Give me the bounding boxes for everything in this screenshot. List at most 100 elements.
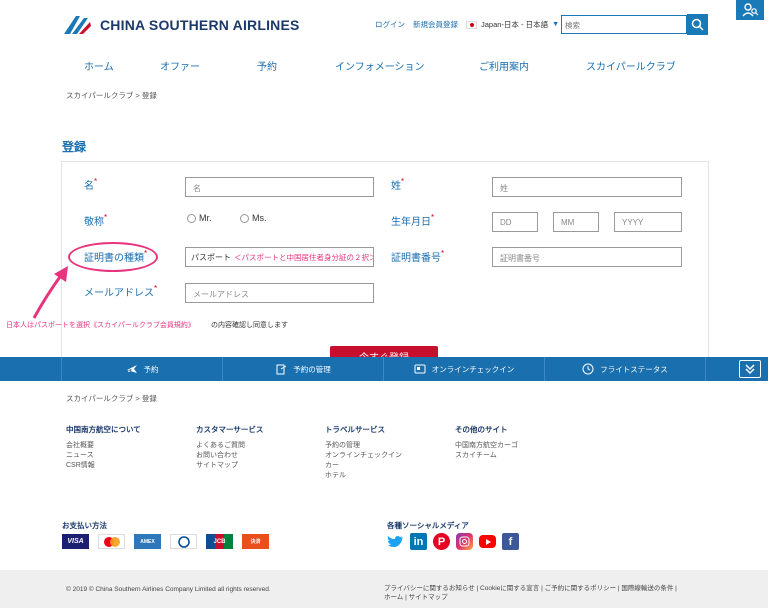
facebook-icon[interactable]: f: [502, 533, 519, 550]
visa-icon: VISA: [62, 534, 89, 549]
footer-link[interactable]: お問い合わせ: [196, 451, 316, 461]
footer-link[interactable]: ニュース: [66, 451, 186, 461]
placeholder: MM: [561, 218, 575, 227]
kapok-logo-icon: [64, 16, 91, 34]
bar-item-label: 予約: [143, 364, 159, 374]
amex-icon: AMEX: [134, 534, 161, 549]
placeholder: 証明書番号: [500, 254, 540, 263]
annotation-inline-note: ＜パスポートと中国居住者身分証の２択＞: [234, 252, 374, 262]
language-selector[interactable]: Japan-日本 - 日本語 ▼: [466, 19, 559, 30]
annotation-text: 日本人はパスポートを選択: [6, 322, 90, 329]
id-number-field[interactable]: 証明書番号: [492, 247, 682, 267]
bar-item-label: 予約の管理: [293, 364, 331, 374]
copyright: © 2019 © China Southern Airlines Company…: [66, 586, 271, 593]
search-input[interactable]: 検索: [561, 15, 687, 34]
register-link[interactable]: 新規会員登録: [413, 19, 458, 30]
footer-column-title: 中国南方航空について: [66, 425, 141, 434]
footer-links: よくあるご質問 お問い合わせ サイトマップ: [196, 441, 316, 471]
login-link[interactable]: ログイン: [375, 19, 405, 30]
instagram-icon[interactable]: [456, 533, 473, 550]
bar-item-label: オンラインチェックイン: [431, 364, 515, 374]
bar-spacer: [0, 357, 62, 381]
member-search-button[interactable]: [736, 0, 764, 20]
selected-value: パスポート: [191, 252, 231, 262]
footer-link[interactable]: ホテル: [325, 471, 445, 481]
expand-bar-button[interactable]: [739, 360, 761, 378]
top-links: ログイン 新規会員登録 Japan-日本 - 日本語 ▼: [375, 19, 559, 30]
chevron-down-icon: ⌄: [163, 59, 169, 66]
radio-label: Ms.: [252, 213, 267, 223]
footer-link[interactable]: CSR情報: [66, 461, 186, 471]
caret-down-icon: ▼: [552, 21, 560, 28]
birthday-label: 生年月日*: [391, 213, 434, 228]
footer-column-travel-services: トラベルサービス 予約の管理 オンラインチェックイン カー ホテル: [325, 424, 445, 481]
twitter-icon[interactable]: [387, 533, 404, 550]
footer-link[interactable]: 予約の管理: [325, 441, 445, 451]
title-label: 敬称*: [84, 213, 107, 228]
required-mark: *: [104, 213, 108, 222]
birth-day-field[interactable]: DD: [492, 212, 538, 232]
bar-item-manage-booking[interactable]: 予約の管理: [223, 357, 384, 381]
radio-circle: [240, 213, 249, 223]
bar-item-booking[interactable]: 予約: [62, 357, 223, 381]
main-nav: ホーム オファー ⌄ 予約 ⌄ インフォメーション ⌄ ご利用案内 ⌄ スカイパールクラ…: [84, 58, 684, 73]
ticket-icon: [414, 364, 426, 374]
id-type-select[interactable]: パスポート ＜パスポートと中国居住者身分証の２択＞: [185, 247, 374, 267]
radio-mr[interactable]: Mr.: [187, 213, 212, 223]
logo[interactable]: CHINA SOUTHERN AIRLINES: [62, 14, 300, 36]
terms-link[interactable]: 《スカイパールクラブ会員規約》: [90, 322, 195, 329]
payment-title: お支払い方法: [62, 521, 107, 530]
label-text: 証明書番号: [391, 253, 441, 264]
footer-link[interactable]: 会社概要: [66, 441, 186, 451]
placeholder: DD: [500, 218, 512, 227]
social-links: in P f: [387, 533, 519, 550]
bar-item-online-checkin[interactable]: オンラインチェックイン: [384, 357, 545, 381]
footer-column-about: 中国南方航空について 会社概要 ニュース CSR情報: [66, 424, 186, 471]
email-label: メールアドレス*: [84, 284, 157, 299]
nav-item-label: スカイパールクラブ: [586, 62, 676, 73]
birth-month-field[interactable]: MM: [553, 212, 599, 232]
required-mark: *: [94, 177, 98, 186]
diners-club-icon: [170, 534, 197, 549]
policy-line[interactable]: ホーム | サイトマップ: [384, 593, 714, 602]
footer-link[interactable]: オンラインチェックイン: [325, 451, 445, 461]
policy-line[interactable]: プライバシーに関するお知らせ | Cookieに関する宣言 | ご予約に関するポ…: [384, 584, 714, 593]
radio-ms[interactable]: Ms.: [240, 213, 267, 223]
footer-link[interactable]: カー: [325, 461, 445, 471]
search-button[interactable]: [687, 14, 708, 35]
email-field[interactable]: メールアドレス: [185, 283, 374, 303]
footer-link[interactable]: スカイチーム: [455, 451, 575, 461]
annotation-bottom-note: 日本人はパスポートを選択《スカイパールクラブ会員規約》: [6, 320, 195, 330]
breadcrumb[interactable]: スカイパールクラブ > 登録: [66, 90, 157, 101]
footer-link[interactable]: サイトマップ: [196, 461, 316, 471]
birth-year-field[interactable]: YYYY: [614, 212, 682, 232]
pinterest-icon[interactable]: P: [433, 533, 450, 550]
jcb-icon: JCB: [206, 534, 233, 549]
linkedin-icon[interactable]: in: [410, 533, 427, 550]
logo-text: CHINA SOUTHERN AIRLINES: [100, 17, 300, 33]
first-name-field[interactable]: 名: [185, 177, 374, 197]
required-mark: *: [441, 249, 445, 258]
footer-breadcrumb[interactable]: スカイパールクラブ > 登録: [66, 393, 157, 404]
required-mark: *: [401, 177, 405, 186]
footer-links: 中国南方航空カーゴ スカイチーム: [455, 441, 575, 461]
japan-flag-icon: [466, 20, 477, 29]
youtube-icon[interactable]: [479, 535, 496, 548]
chevron-down-icon: ⌄: [260, 59, 266, 66]
footer-link[interactable]: 中国南方航空カーゴ: [455, 441, 575, 451]
annotation-arrow-icon: [32, 266, 68, 319]
label-text: 名: [84, 181, 94, 192]
footer-column-customer-service: カスタマーサービス よくあるご質問 お問い合わせ サイトマップ: [196, 424, 316, 471]
manage-booking-icon: [276, 364, 287, 375]
bar-item-flight-status[interactable]: フライトステータス: [545, 357, 706, 381]
footer-link[interactable]: よくあるご質問: [196, 441, 316, 451]
social-title: 各種ソーシャルメディア: [387, 521, 469, 530]
policy-links: プライバシーに関するお知らせ | Cookieに関する宣言 | ご予約に関するポ…: [384, 584, 714, 602]
language-label: Japan-日本 - 日本語: [481, 20, 549, 29]
label-text: 姓: [391, 181, 401, 192]
footer-column-title: その他のサイト: [455, 425, 508, 434]
radio-label: Mr.: [199, 213, 212, 223]
last-name-field[interactable]: 姓: [492, 177, 682, 197]
plane-icon: [126, 365, 137, 373]
last-name-label: 姓*: [391, 177, 404, 192]
